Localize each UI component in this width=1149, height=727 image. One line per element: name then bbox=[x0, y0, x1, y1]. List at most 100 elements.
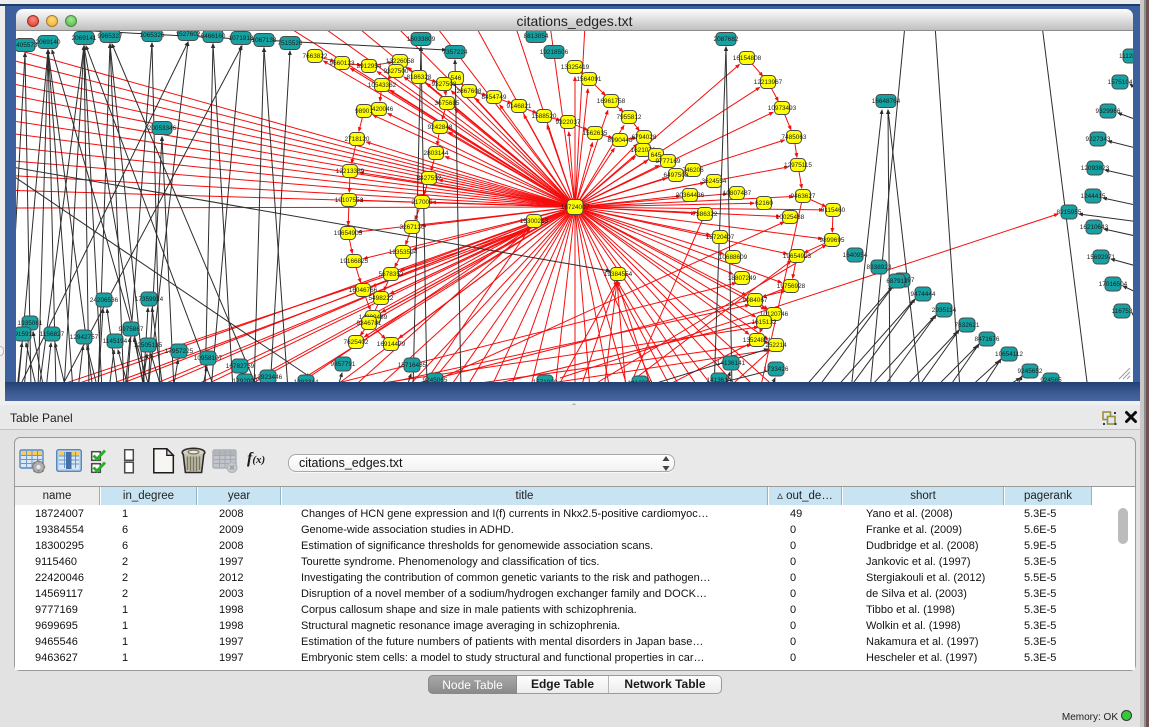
svg-text:16046766: 16046766 bbox=[349, 287, 378, 294]
svg-text:16914479: 16914479 bbox=[377, 341, 406, 348]
svg-text:1413614: 1413614 bbox=[707, 377, 732, 382]
svg-text:16154808: 16154808 bbox=[733, 55, 762, 62]
svg-text:13325419: 13325419 bbox=[561, 64, 590, 71]
svg-text:3267130: 3267130 bbox=[400, 224, 425, 231]
svg-text:2803144: 2803144 bbox=[424, 150, 449, 157]
svg-text:9245652: 9245652 bbox=[1018, 368, 1043, 375]
svg-text:20364436: 20364436 bbox=[676, 192, 705, 199]
svg-text:16033809: 16033809 bbox=[407, 36, 436, 43]
svg-text:7955812: 7955812 bbox=[617, 114, 642, 121]
svg-text:1733426: 1733426 bbox=[764, 366, 789, 373]
svg-text:1145194: 1145194 bbox=[103, 338, 128, 345]
svg-text:9327500: 9327500 bbox=[384, 68, 409, 75]
svg-text:16782759: 16782759 bbox=[226, 363, 255, 370]
svg-text:1564091: 1564091 bbox=[577, 76, 602, 83]
svg-text:12505135: 12505135 bbox=[134, 342, 163, 349]
svg-text:15720407: 15720407 bbox=[706, 234, 735, 241]
svg-text:15300213: 15300213 bbox=[520, 218, 549, 225]
svg-text:2935114: 2935114 bbox=[932, 307, 957, 314]
svg-text:1935061: 1935061 bbox=[18, 320, 43, 327]
svg-text:7357224: 7357224 bbox=[443, 49, 468, 56]
svg-text:2718120: 2718120 bbox=[345, 136, 370, 143]
svg-text:12213967: 12213967 bbox=[754, 79, 783, 86]
svg-text:12213389: 12213389 bbox=[336, 168, 365, 175]
svg-text:10958107: 10958107 bbox=[194, 355, 223, 362]
svg-text:5498222: 5498222 bbox=[369, 295, 394, 302]
svg-text:3624554: 3624554 bbox=[702, 178, 727, 185]
svg-text:8990448: 8990448 bbox=[608, 137, 633, 144]
svg-text:10807487: 10807487 bbox=[723, 190, 752, 197]
svg-text:1156827: 1156827 bbox=[40, 331, 65, 338]
svg-text:7515526: 7515526 bbox=[278, 40, 303, 47]
svg-text:24206536: 24206536 bbox=[90, 297, 119, 304]
svg-text:12923446: 12923446 bbox=[254, 374, 283, 381]
svg-text:17359924: 17359924 bbox=[135, 296, 164, 303]
svg-text:9899695: 9899695 bbox=[820, 237, 845, 244]
svg-text:9146821: 9146821 bbox=[507, 103, 532, 110]
svg-text:687912: 687912 bbox=[886, 278, 908, 285]
svg-text:10688609: 10688609 bbox=[719, 254, 748, 261]
svg-text:20053346: 20053346 bbox=[148, 125, 177, 132]
svg-text:1292344: 1292344 bbox=[294, 379, 319, 382]
svg-text:19166825: 19166825 bbox=[340, 258, 369, 265]
svg-text:217006: 217006 bbox=[411, 199, 433, 206]
svg-text:8454749: 8454749 bbox=[482, 94, 507, 101]
svg-text:9857791: 9857791 bbox=[331, 361, 356, 368]
svg-text:9975867: 9975867 bbox=[119, 326, 144, 333]
svg-text:18807249: 18807249 bbox=[728, 275, 757, 282]
svg-text:1575104: 1575104 bbox=[1108, 79, 1133, 86]
svg-text:7663822: 7663822 bbox=[303, 53, 328, 60]
svg-text:9463627: 9463627 bbox=[791, 193, 816, 200]
svg-text:16648764: 16648764 bbox=[872, 98, 901, 105]
svg-text:9227343: 9227343 bbox=[1086, 136, 1111, 143]
svg-text:18724007: 18724007 bbox=[561, 204, 590, 211]
svg-text:1413000: 1413000 bbox=[628, 380, 653, 382]
svg-text:9965327: 9965327 bbox=[98, 33, 123, 40]
svg-text:15716485: 15716485 bbox=[398, 362, 427, 369]
svg-text:2087682: 2087682 bbox=[714, 36, 739, 43]
svg-text:7625402: 7625402 bbox=[344, 339, 369, 346]
svg-text:8813054: 8813054 bbox=[524, 33, 549, 40]
svg-text:9084067: 9084067 bbox=[743, 297, 768, 304]
svg-text:19756928: 19756928 bbox=[777, 283, 806, 290]
svg-text:8938923: 8938923 bbox=[867, 264, 892, 271]
svg-text:10107553: 10107553 bbox=[335, 197, 364, 204]
svg-text:1571000: 1571000 bbox=[533, 379, 558, 382]
svg-text:7386322: 7386322 bbox=[693, 211, 718, 218]
svg-text:8471676: 8471676 bbox=[975, 336, 1000, 343]
svg-text:12975115: 12975115 bbox=[784, 162, 812, 169]
svg-text:9245065: 9245065 bbox=[423, 377, 448, 382]
svg-text:1527602: 1527602 bbox=[176, 31, 201, 38]
svg-text:9115460: 9115460 bbox=[821, 207, 846, 214]
svg-text:3675685: 3675685 bbox=[435, 100, 460, 107]
svg-text:9327508: 9327508 bbox=[432, 81, 457, 88]
svg-text:3915911: 3915911 bbox=[16, 331, 36, 338]
svg-text:12942757: 12942757 bbox=[70, 334, 99, 341]
svg-text:1588520: 1588520 bbox=[532, 113, 557, 120]
svg-text:9474444: 9474444 bbox=[911, 291, 936, 298]
svg-text:9329966: 9329966 bbox=[1096, 108, 1121, 115]
svg-text:6794028: 6794028 bbox=[632, 134, 657, 141]
svg-text:16210643: 16210643 bbox=[1080, 224, 1109, 231]
svg-text:252214: 252214 bbox=[765, 342, 787, 349]
svg-text:17016504: 17016504 bbox=[1099, 281, 1128, 288]
svg-text:19218506: 19218506 bbox=[540, 49, 569, 56]
svg-text:1640954: 1640954 bbox=[843, 252, 868, 259]
svg-text:17957225: 17957225 bbox=[165, 348, 194, 355]
svg-text:12093823: 12093823 bbox=[1081, 165, 1110, 172]
svg-text:1562635: 1562635 bbox=[583, 130, 608, 137]
svg-text:10543362: 10543362 bbox=[368, 82, 397, 89]
svg-text:1615132: 1615132 bbox=[752, 319, 777, 326]
svg-text:9777169: 9777169 bbox=[656, 158, 681, 165]
svg-text:6497508: 6497508 bbox=[664, 172, 689, 179]
svg-text:16961758: 16961758 bbox=[597, 98, 626, 105]
svg-text:19384554: 19384554 bbox=[604, 271, 633, 278]
svg-text:10025438: 10025438 bbox=[776, 214, 805, 221]
svg-text:9242848: 9242848 bbox=[428, 124, 453, 131]
svg-text:15692971: 15692971 bbox=[1087, 254, 1116, 261]
svg-text:19654905: 19654905 bbox=[334, 230, 363, 237]
svg-text:1071918: 1071918 bbox=[229, 35, 254, 42]
svg-text:1244415: 1244415 bbox=[1081, 193, 1106, 200]
svg-text:1112803: 1112803 bbox=[1119, 53, 1133, 60]
svg-text:10654112: 10654112 bbox=[995, 351, 1023, 358]
